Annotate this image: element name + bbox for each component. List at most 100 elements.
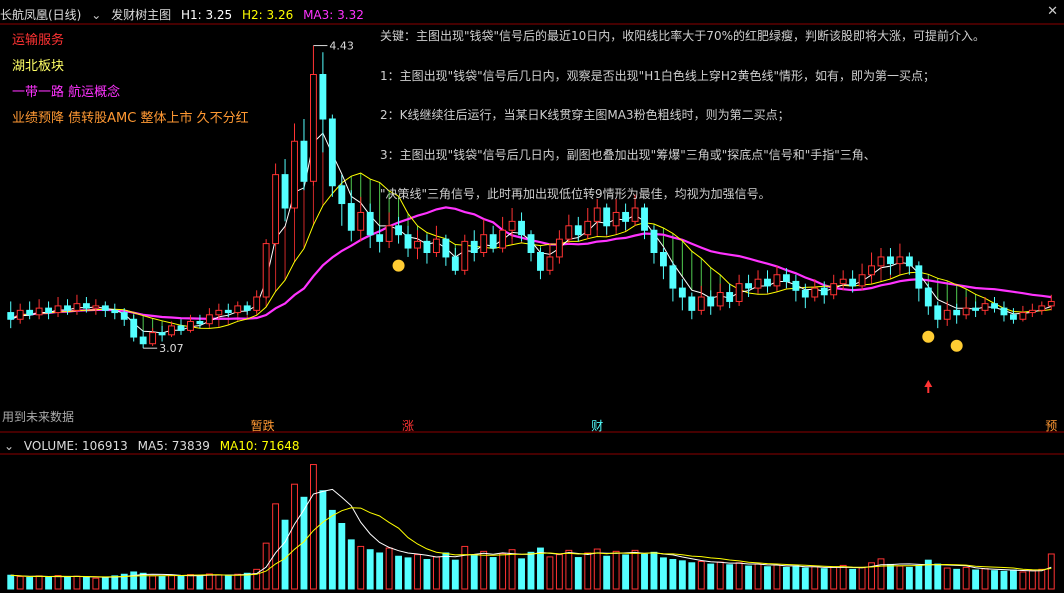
volume-bar-down <box>527 551 535 590</box>
chevron-down-icon[interactable]: ⌄ <box>91 8 101 22</box>
candle-up <box>73 303 81 311</box>
note-2: 2：K线继续往后运行，当某日K线贯穿主图MA3粉色粗线时，则为第二买点； <box>380 108 790 122</box>
candle-up <box>811 287 819 298</box>
volume-bar-down <box>641 553 648 590</box>
volume-bar-up <box>499 553 507 590</box>
candle-down <box>130 318 138 338</box>
volume-bar-down <box>905 566 913 590</box>
volume-bar-down <box>470 555 478 590</box>
volume-bar-up <box>205 573 213 590</box>
candle-up <box>962 307 970 316</box>
note-3: 3：主图出现"钱袋"信号后几日内，副图也叠加出现"筹爆"三角或"探底点"信号和"… <box>380 148 876 162</box>
volume-bar-down <box>849 568 857 590</box>
volume-bar-up <box>858 567 866 590</box>
candle-down <box>972 307 980 311</box>
volume-bar-up <box>461 545 469 590</box>
candle-up <box>697 296 705 311</box>
candle-up <box>92 305 100 309</box>
high-price-label: 4.43 <box>329 40 354 53</box>
candle-up <box>1047 300 1055 307</box>
volume-bar-down <box>650 551 658 590</box>
candle-down <box>678 287 686 298</box>
candle-down <box>120 312 128 320</box>
volume-value: VOLUME: 106913 <box>23 439 128 453</box>
arrow-up-icon <box>924 380 933 387</box>
candle-up <box>631 207 639 222</box>
candle-down <box>442 238 450 258</box>
candle-down <box>451 256 459 271</box>
tag-transport[interactable]: 运输服务 <box>12 28 249 54</box>
indicator-name[interactable]: 发财树主图 <box>111 8 171 22</box>
volume-bar-down <box>404 557 412 590</box>
volume-bar-up <box>546 556 554 590</box>
candle-up <box>565 225 573 240</box>
h1-h2-ribbon <box>19 133 1043 334</box>
candle-down <box>1000 307 1008 316</box>
candle-up <box>35 307 43 316</box>
volume-bar-up <box>262 542 270 590</box>
candle-up <box>830 283 838 296</box>
candle-down <box>953 309 961 316</box>
sector-tags: 运输服务 湖北板块 一带一路 航运概念 业绩预降 债转股AMC 整体上市 久不分… <box>12 28 249 132</box>
volume-bar-up <box>1047 553 1055 590</box>
candle-down <box>660 252 667 267</box>
candle-up <box>716 292 724 307</box>
volume-header: ⌄ VOLUME: 106913 MA5: 73839 MA10: 71648 <box>0 437 306 455</box>
volume-bar-down <box>451 559 459 590</box>
volume-bar-up <box>432 556 440 590</box>
candle-down <box>139 336 147 345</box>
candle-up <box>877 256 885 267</box>
candle-down <box>574 225 582 236</box>
volume-bar-down <box>792 565 800 590</box>
volume-bar-up <box>414 554 421 590</box>
tag-earnings[interactable]: 业绩预降 债转股AMC 整体上市 久不分红 <box>12 106 249 132</box>
candle-up <box>480 234 488 253</box>
candle-up <box>291 140 298 209</box>
volume-bar-down <box>319 490 327 590</box>
volume-bar-up <box>839 564 847 590</box>
tag-belt-road[interactable]: 一带一路 航运概念 <box>12 80 249 106</box>
candle-down <box>101 305 109 311</box>
volume-bar-up <box>149 575 157 590</box>
candle-down <box>518 220 525 236</box>
candle-up <box>508 220 516 231</box>
candle-down <box>688 296 696 311</box>
volume-bar-down <box>243 572 251 590</box>
candle-up <box>215 309 223 316</box>
volume-bar-down <box>366 549 374 590</box>
volume-bar-down <box>1010 569 1017 590</box>
volume-bar-up <box>877 558 885 590</box>
ma3-value: MA3: 3.32 <box>303 8 364 22</box>
tag-hubei[interactable]: 湖北板块 <box>12 54 249 80</box>
candle-down <box>707 296 715 307</box>
candle-down <box>489 234 497 249</box>
volume-bar-down <box>669 559 677 590</box>
volume-bar-down <box>887 563 894 590</box>
chevron-down-icon[interactable]: ⌄ <box>4 439 14 453</box>
candle-down <box>887 256 894 265</box>
volume-bar-down <box>328 509 336 590</box>
volume-bar-down <box>64 576 71 590</box>
volume-bar-down <box>801 567 809 590</box>
candle-up <box>981 303 989 311</box>
close-icon[interactable]: ✕ <box>1047 4 1058 19</box>
event-markers: 暂跌 涨 财 预 <box>251 418 1058 433</box>
candle-up <box>168 325 175 336</box>
money-bag-icon <box>922 330 935 343</box>
candle-up <box>555 238 563 258</box>
volume-bar-up <box>716 561 724 590</box>
candle-down <box>281 174 289 209</box>
volume-bar-down <box>26 577 34 590</box>
candle-down <box>669 265 677 289</box>
volume-bar-down <box>1000 570 1008 590</box>
candle-down <box>82 303 90 309</box>
volume-bar-down <box>678 560 686 590</box>
candle-down <box>319 74 327 120</box>
volume-bar-up <box>480 550 488 590</box>
candle-down <box>537 252 544 271</box>
vol-ma5-value: MA5: 73839 <box>137 439 210 453</box>
candle-up <box>546 256 554 271</box>
future-data-label: 用到未来数据 <box>2 410 75 424</box>
low-price-label: 3.07 <box>159 342 184 355</box>
vol-ma10-value: MA10: 71648 <box>219 439 300 453</box>
